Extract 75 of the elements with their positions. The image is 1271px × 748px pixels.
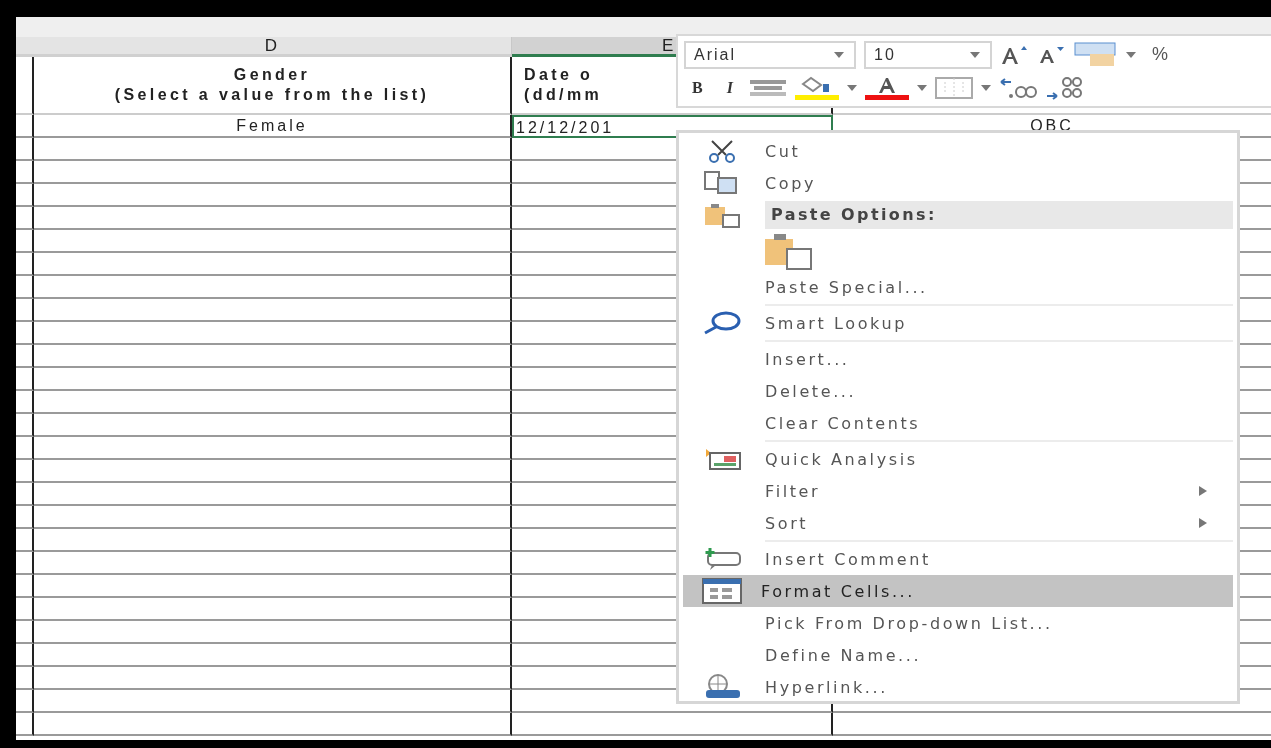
- paste-icon: [703, 202, 741, 228]
- menu-item[interactable]: Insert...: [679, 343, 1237, 375]
- row-header[interactable]: [16, 598, 34, 621]
- row-header[interactable]: [16, 690, 34, 713]
- menu-item[interactable]: Paste Special...: [679, 271, 1237, 303]
- row-header[interactable]: [16, 713, 34, 736]
- decrease-decimal-icon: [1044, 75, 1083, 100]
- dropdown-arrow-icon: [970, 51, 980, 58]
- row-header[interactable]: [16, 414, 34, 437]
- column-header[interactable]: E: [512, 37, 676, 57]
- row-header[interactable]: [16, 368, 34, 391]
- row-header[interactable]: [16, 345, 34, 368]
- row-header[interactable]: [16, 552, 34, 575]
- search-icon: [702, 311, 742, 335]
- italic-button[interactable]: I: [718, 78, 741, 97]
- font-field[interactable]: Arial: [684, 40, 856, 69]
- row-header[interactable]: [16, 230, 34, 253]
- row-header[interactable]: [16, 506, 34, 529]
- grow-font-icon: [1000, 44, 1030, 65]
- header-subtitle: (dd/mm: [524, 85, 603, 105]
- menu-item[interactable]: Filter: [679, 475, 1237, 507]
- borders-icon: [934, 76, 973, 99]
- row-header[interactable]: [16, 161, 34, 184]
- menu-item[interactable]: Hyperlink...: [679, 671, 1237, 703]
- row-header[interactable]: [16, 437, 34, 460]
- row-header[interactable]: [16, 644, 34, 667]
- menu-item[interactable]: Copy: [679, 167, 1237, 199]
- menu-item[interactable]: Sort: [679, 507, 1237, 539]
- row-header[interactable]: [16, 253, 34, 276]
- header-title: Date o: [524, 65, 594, 85]
- menu-item[interactable]: Clear Contents: [679, 407, 1237, 439]
- row-header[interactable]: [16, 115, 34, 138]
- menu-section-header: Paste Options:: [765, 201, 1233, 229]
- header-title: Gender: [233, 65, 311, 85]
- row-header[interactable]: [16, 57, 34, 115]
- format-cells-icon: [702, 578, 742, 604]
- paste-icon: [763, 231, 813, 271]
- row-header[interactable]: [16, 391, 34, 414]
- row-header[interactable]: [16, 276, 34, 299]
- row-header[interactable]: [16, 460, 34, 483]
- menu-item[interactable]: Delete...: [679, 375, 1237, 407]
- menu-item[interactable]: Pick From Drop-down List...: [679, 607, 1237, 639]
- menu-item[interactable]: Quick Analysis: [679, 443, 1237, 475]
- shrink-font-icon: [1038, 45, 1066, 64]
- row-header[interactable]: [16, 621, 34, 644]
- menu-item[interactable]: Insert Comment: [679, 543, 1237, 575]
- menu-item[interactable]: Cut: [679, 135, 1237, 167]
- dropdown-arrow-icon: [1126, 51, 1136, 58]
- paste-option-button[interactable]: [763, 231, 813, 271]
- row-header[interactable]: [16, 322, 34, 345]
- align-center-icon: [748, 77, 787, 98]
- row-header[interactable]: [16, 138, 34, 161]
- header-subtitle: (Select a value from the list): [114, 85, 430, 105]
- font-size-field[interactable]: 10: [864, 40, 992, 69]
- row-header[interactable]: [16, 299, 34, 322]
- row-header[interactable]: [16, 575, 34, 598]
- dropdown-arrow-icon: [846, 84, 857, 91]
- row-header[interactable]: [16, 207, 34, 230]
- row-header[interactable]: [16, 483, 34, 506]
- number-format-icon: [1074, 41, 1118, 68]
- percent-button[interactable]: %: [1144, 44, 1176, 65]
- menu-item[interactable]: Smart Lookup: [679, 307, 1237, 339]
- menu-item[interactable]: Define Name...: [679, 639, 1237, 671]
- increase-decimal-icon: [998, 75, 1037, 100]
- bold-button[interactable]: B: [684, 78, 711, 97]
- row-header[interactable]: [16, 529, 34, 552]
- dropdown-arrow-icon: [916, 84, 927, 91]
- dropdown-arrow-icon: [834, 51, 844, 58]
- table-cell: Female: [34, 115, 512, 138]
- dropdown-arrow-icon: [980, 84, 991, 91]
- row-header[interactable]: [16, 184, 34, 207]
- copy-icon: [704, 171, 740, 195]
- column-header[interactable]: D: [34, 37, 512, 57]
- row-header[interactable]: [16, 667, 34, 690]
- menu-item[interactable]: Format Cells...: [683, 575, 1233, 607]
